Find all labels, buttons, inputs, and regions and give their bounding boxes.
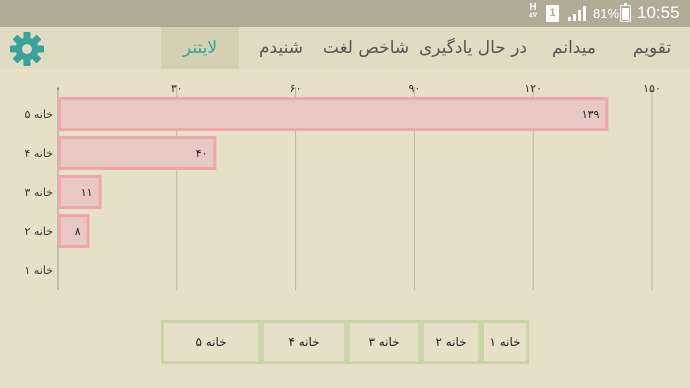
tab-calendar[interactable]: تقویم [621, 27, 683, 69]
chart-legend: خانه ۵ خانه ۴ خانه ۳ خانه ۲ خانه ۱ [161, 320, 529, 364]
network-type-label: H [529, 2, 537, 13]
x-tick-label: ۰ [55, 82, 61, 95]
category-label: خانه ۵ [24, 108, 53, 121]
bar-value-label: ۱۳۹ [582, 108, 600, 121]
legend-item: خانه ۱ [484, 323, 526, 361]
sim-icon: 1 [546, 5, 559, 22]
category-label: خانه ۲ [24, 225, 53, 238]
bar [58, 97, 609, 131]
battery-icon [620, 3, 631, 22]
bar [58, 136, 217, 170]
network-type-icon: H ∆∇ [528, 3, 538, 20]
legend-item: خانه ۵ [164, 323, 258, 361]
tab-heard[interactable]: شنیدم [246, 27, 316, 69]
tab-leitner[interactable]: لایتنر [161, 27, 239, 69]
category-label: خانه ۱ [24, 264, 53, 277]
gear-icon[interactable] [10, 32, 44, 66]
network-activity-label: ∆∇ [529, 13, 537, 19]
clock: 10:55 [637, 3, 680, 22]
bar-value-label: ۱۱ [81, 186, 93, 199]
x-tick-label: ۳۰ [171, 82, 183, 95]
status-bar: H ∆∇ 1 81% 10:55 [0, 0, 690, 27]
tab-word-index[interactable]: شاخص لغت [319, 27, 413, 69]
signal-icon [568, 6, 586, 21]
bar-value-label: ۴۰ [196, 147, 208, 160]
battery-percent: 81% [593, 6, 620, 21]
x-tick-label: ۹۰ [408, 82, 420, 95]
x-tick-label: ۱۵۰ [643, 82, 661, 95]
bar-value-label: ۸ [75, 225, 81, 238]
category-label: خانه ۳ [24, 186, 53, 199]
legend-item: خانه ۴ [264, 323, 344, 361]
x-tick-label: ۱۲۰ [524, 82, 542, 95]
x-tick-label: ۶۰ [290, 82, 302, 95]
tab-learning[interactable]: در حال یادگیری [415, 27, 531, 69]
chart-svg: ۰ ۳۰ ۶۰ ۹۰ ۱۲۰ ۱۵۰ خانه ۵ ۱۳۹ خانه ۴ ۴۰ خانه ۳ ۱۱ خا… [24, 82, 661, 290]
category-label: خانه ۴ [24, 147, 53, 160]
legend-item: خانه ۲ [424, 323, 478, 361]
tab-known[interactable]: میدانم [539, 27, 609, 69]
legend-item: خانه ۳ [350, 323, 418, 361]
tab-bar: تقویم میدانم در حال یادگیری شاخص لغت شنی… [0, 27, 690, 69]
